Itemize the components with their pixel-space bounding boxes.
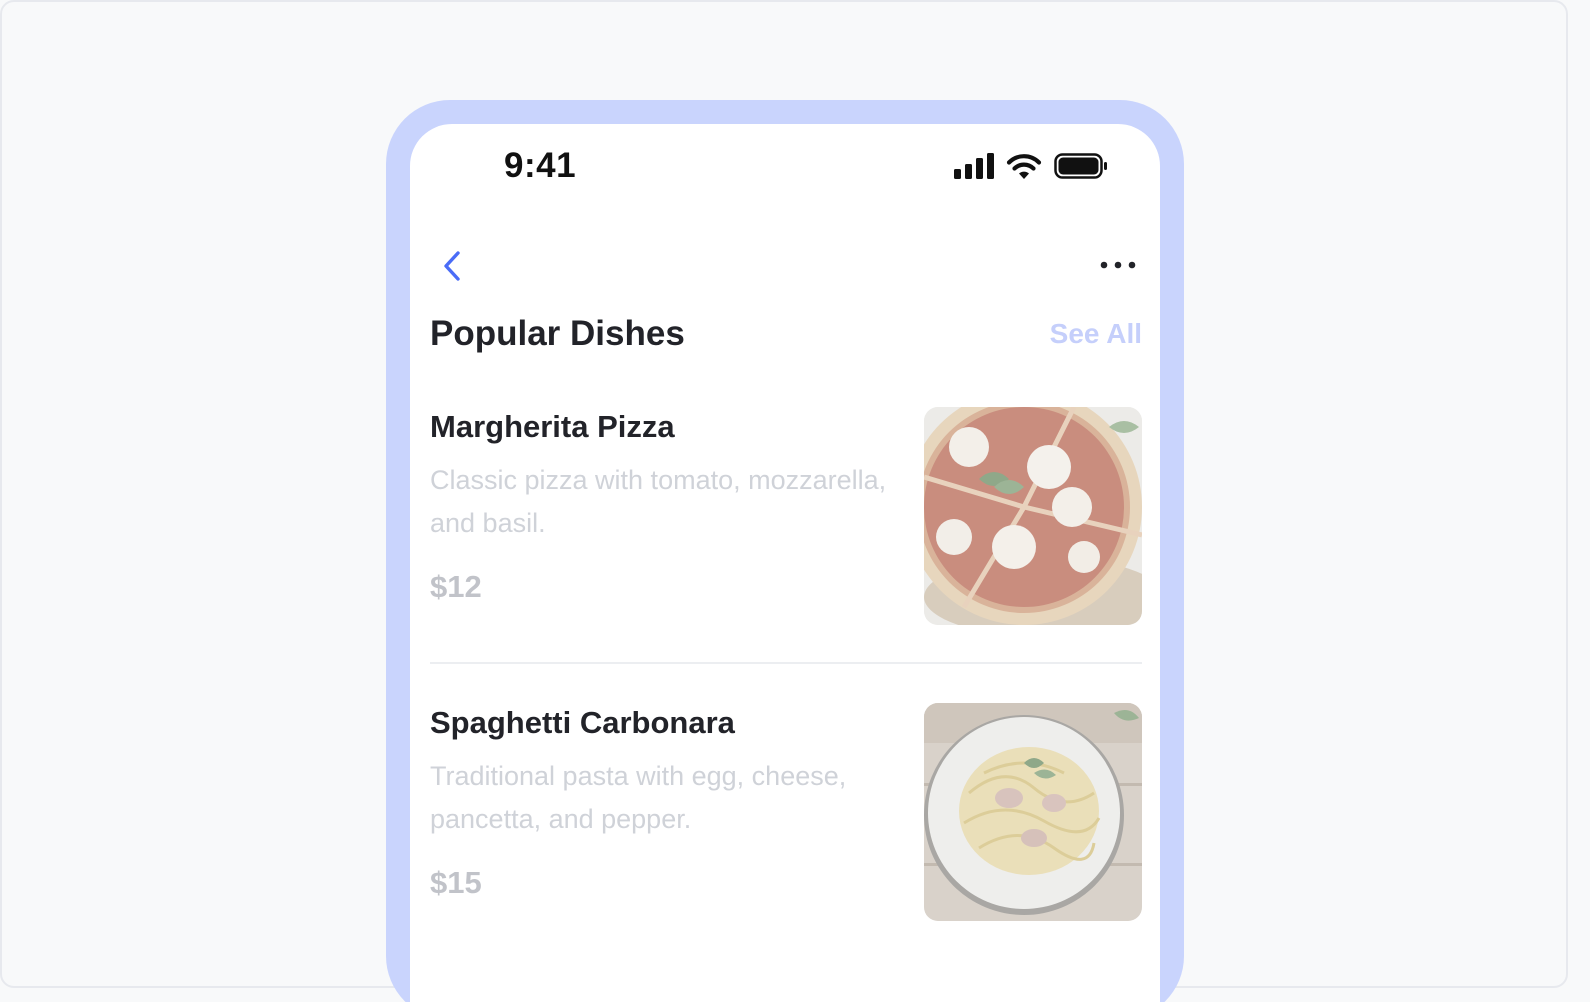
section-title: Popular Dishes xyxy=(430,314,685,353)
dish-name: Spaghetti Carbonara xyxy=(430,705,735,740)
status-time: 9:41 xyxy=(504,146,577,185)
status-bar: 9:41 xyxy=(410,124,1160,214)
phone-screen: 9:41 Popular Dishes See All Margherita P… xyxy=(410,124,1160,1002)
dish-card-spaghetti-carbonara[interactable]: Spaghetti Carbonara Traditional pasta wi… xyxy=(430,703,1142,921)
dish-description: Traditional pasta with egg, cheese, panc… xyxy=(430,761,847,834)
back-button[interactable] xyxy=(436,248,472,284)
signal-icon xyxy=(954,153,994,179)
pizza-image[interactable] xyxy=(924,407,1142,625)
more-button[interactable] xyxy=(1098,250,1138,280)
pizza-illustration xyxy=(924,407,1142,625)
dish-description: Classic pizza with tomato, mozzarella, a… xyxy=(430,465,887,538)
divider xyxy=(430,662,1142,664)
chevron-left-icon xyxy=(444,251,460,281)
status-icons xyxy=(954,152,1108,180)
section-header: Popular Dishes See All xyxy=(430,314,1142,364)
dish-name: Margherita Pizza xyxy=(430,409,675,444)
dish-price: $15 xyxy=(430,865,482,900)
wifi-icon xyxy=(1006,154,1042,179)
more-horizontal-icon xyxy=(1100,261,1136,269)
dish-price: $12 xyxy=(430,569,482,604)
dish-card-margherita-pizza[interactable]: Margherita Pizza Classic pizza with toma… xyxy=(430,407,1142,625)
pasta-image[interactable] xyxy=(924,703,1142,921)
pasta-illustration xyxy=(924,703,1142,921)
nav-bar xyxy=(410,242,1160,292)
battery-icon xyxy=(1054,153,1107,179)
see-all-link[interactable]: See All xyxy=(1050,318,1142,350)
